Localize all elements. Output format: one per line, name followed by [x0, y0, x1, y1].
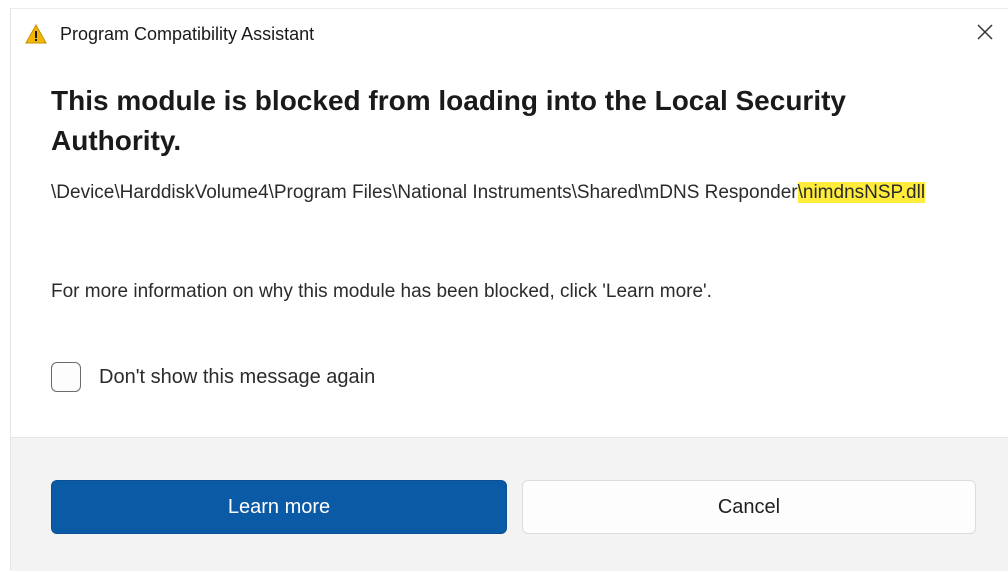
dialog-heading: This module is blocked from loading into… — [51, 85, 846, 156]
cancel-button[interactable]: Cancel — [522, 480, 976, 534]
dont-show-again-option[interactable]: Don't show this message again — [51, 359, 375, 395]
window-title: Program Compatibility Assistant — [60, 24, 315, 44]
module-path-prefix: \Device\HarddiskVolume4\Program Files\Na… — [51, 182, 798, 203]
warning-triangle-icon — [25, 24, 47, 44]
close-icon — [977, 24, 993, 40]
module-file-highlight: \nimdnsNSP.dll — [797, 182, 926, 203]
dont-show-again-label: Don't show this message again — [99, 365, 376, 388]
dialog-footer: Learn more Cancel — [11, 437, 1008, 571]
learn-more-button[interactable]: Learn more — [51, 480, 507, 534]
compatibility-dialog: Program Compatibility Assistant This mod… — [10, 8, 1008, 571]
title-bar: Program Compatibility Assistant — [11, 9, 1008, 61]
close-button[interactable] — [962, 9, 1008, 55]
info-text: For more information on why this module … — [51, 281, 712, 302]
module-path: \Device\HarddiskVolume4\Program Files\Na… — [51, 178, 931, 208]
dont-show-again-checkbox[interactable] — [51, 362, 81, 392]
